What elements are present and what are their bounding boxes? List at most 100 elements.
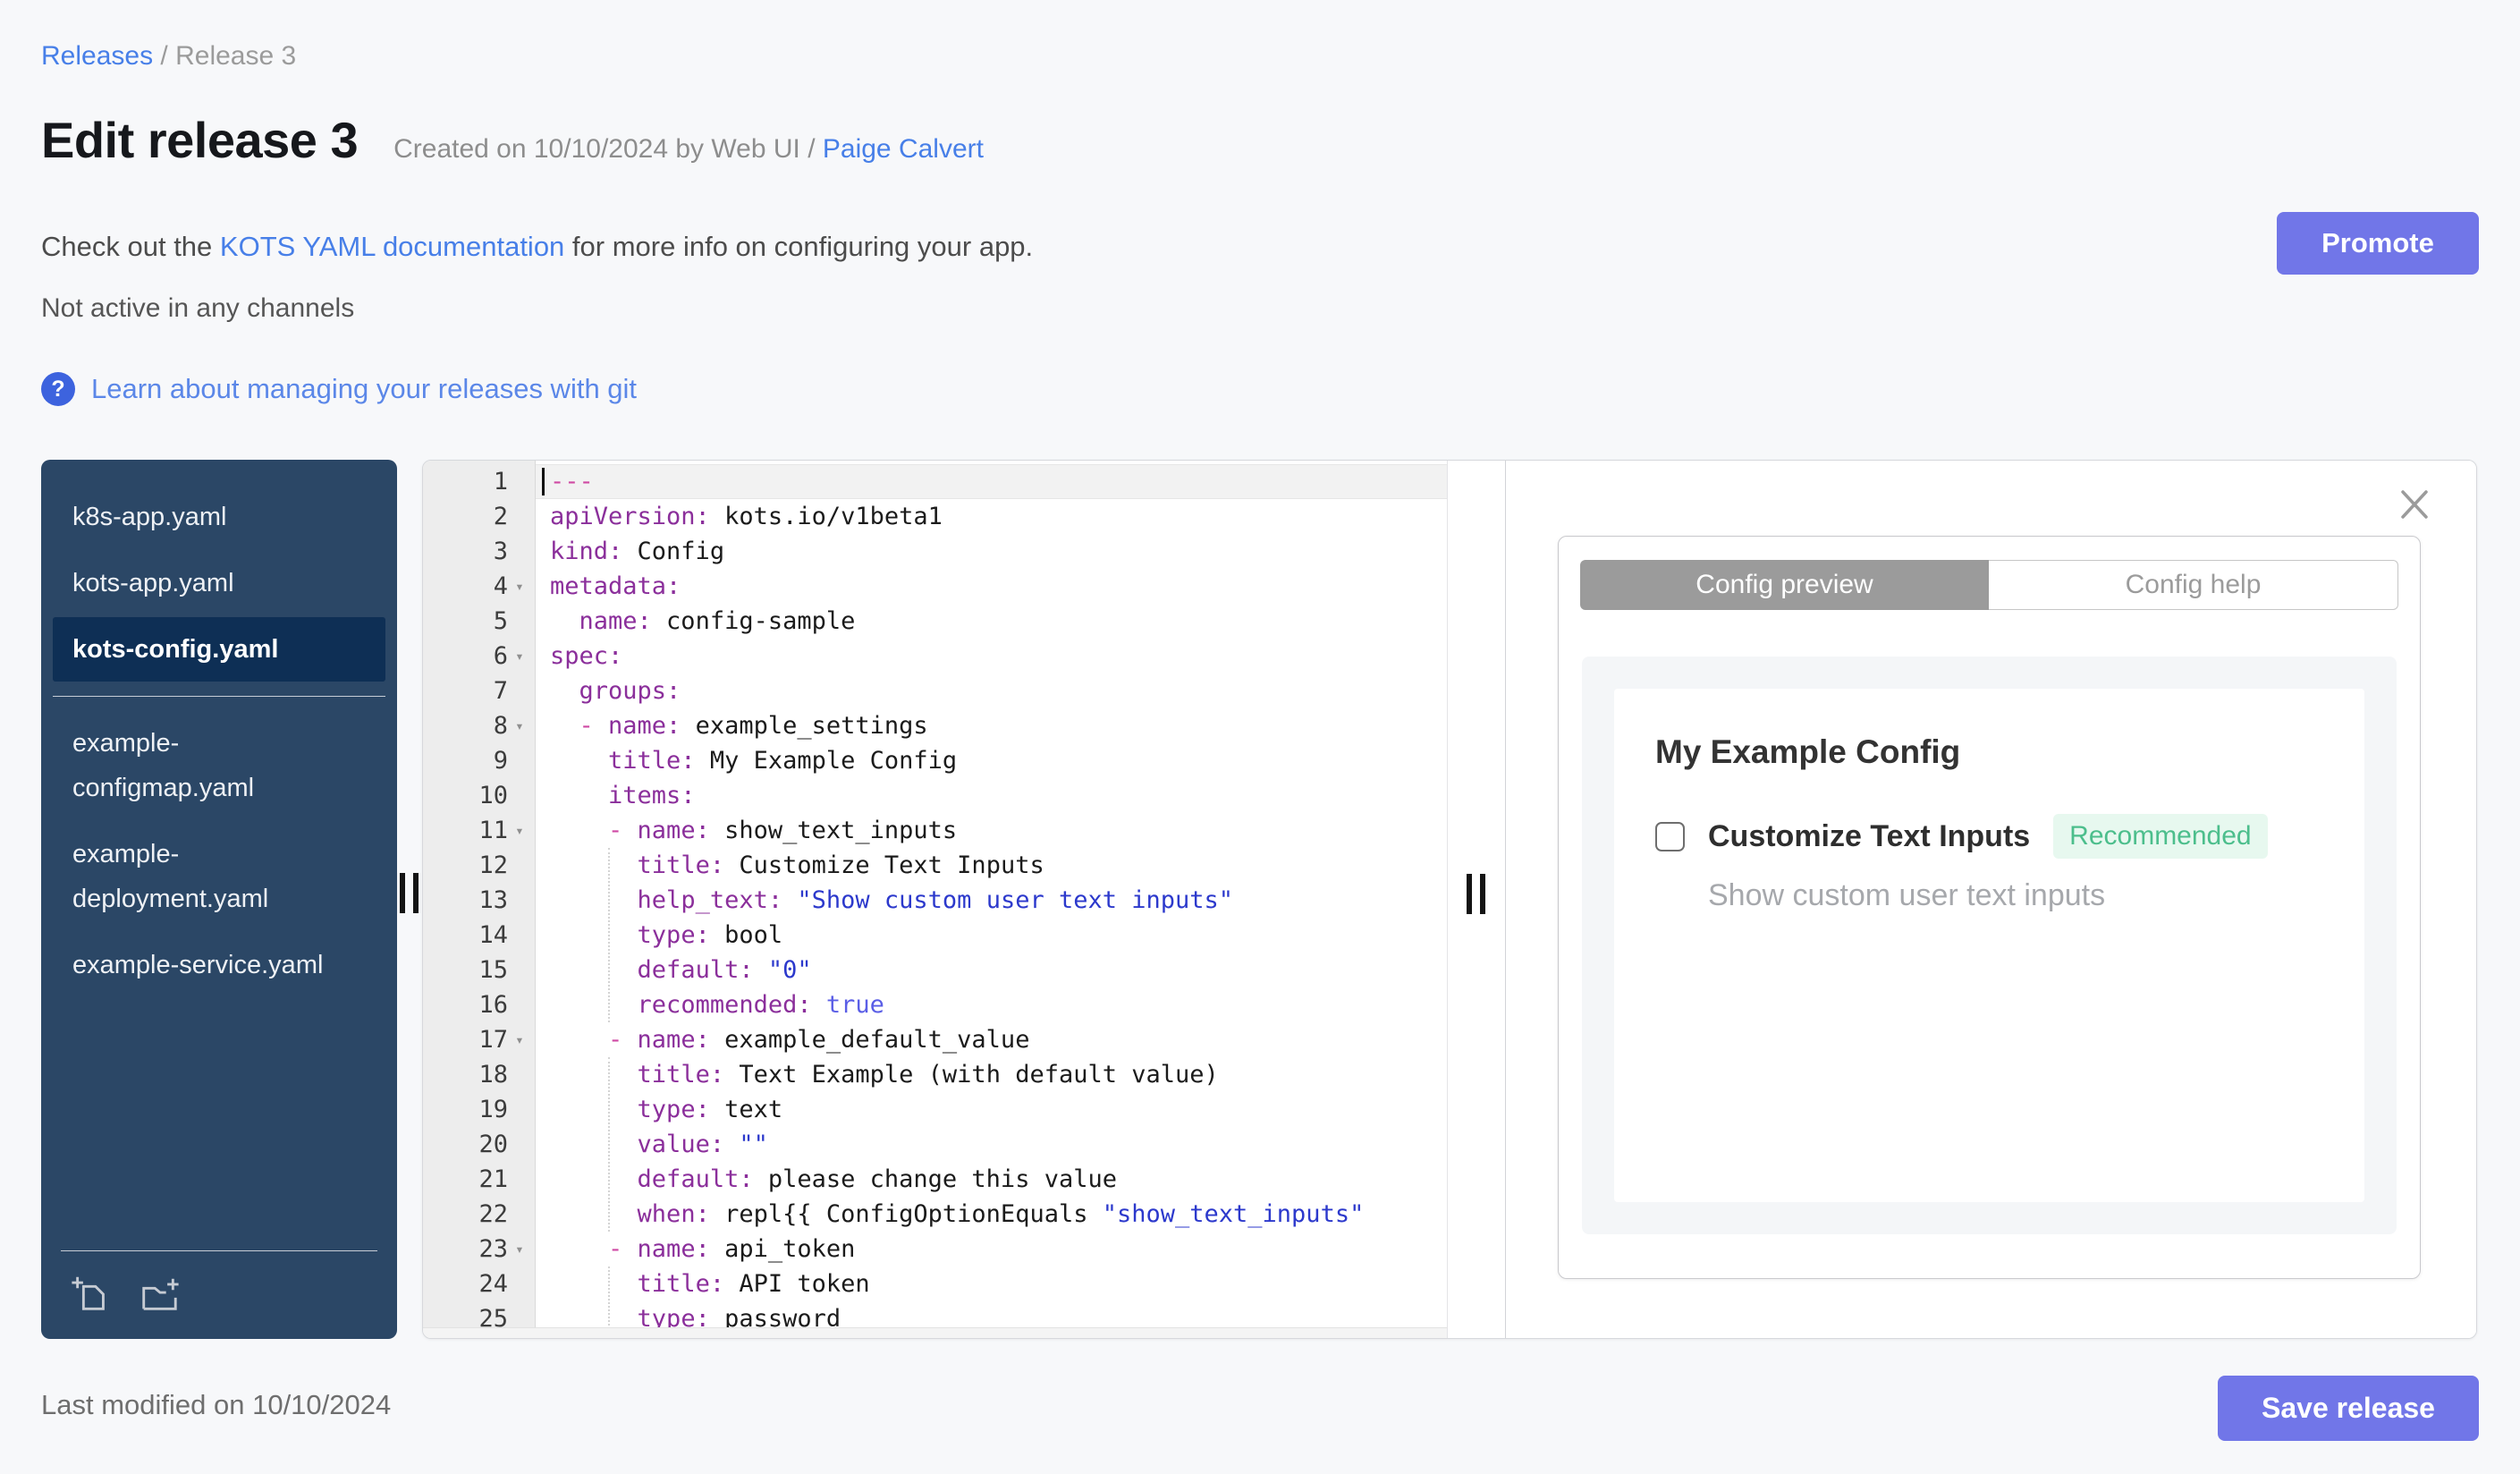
fold-arrow-icon[interactable]: ▾: [508, 1241, 531, 1258]
code-line[interactable]: title: Text Example (with default value): [536, 1057, 1447, 1092]
docs-suffix: for more info on configuring your app.: [564, 231, 1034, 262]
file-tree-divider: [53, 696, 385, 697]
preview-tabs: Config preview Config help: [1580, 560, 2398, 610]
code-line[interactable]: title: My Example Config: [536, 743, 1447, 778]
code-line[interactable]: - name: api_token: [536, 1232, 1447, 1266]
gutter-cell: 1: [423, 464, 535, 499]
release-editor-page: Releases / Release 3 Edit release 3 Crea…: [0, 0, 2520, 1474]
promote-button[interactable]: Promote: [2277, 212, 2479, 275]
code-line[interactable]: - name: show_text_inputs: [536, 813, 1447, 848]
line-number: 17: [478, 1026, 508, 1054]
file-tree-footer: [41, 1250, 397, 1339]
line-number: 2: [493, 503, 508, 530]
gutter-cell: 21: [423, 1162, 535, 1197]
code-line[interactable]: kind: Config: [536, 534, 1447, 569]
code-line[interactable]: when: repl{{ ConfigOptionEquals "show_te…: [536, 1197, 1447, 1232]
gutter-cell: 11 ▾: [423, 813, 535, 848]
line-number: 24: [478, 1270, 508, 1298]
file-tree-item[interactable]: k8s-app.yaml: [53, 485, 385, 549]
fold-arrow-icon[interactable]: ▾: [508, 822, 531, 839]
code-line[interactable]: - name: example_settings: [536, 708, 1447, 743]
editor-preview-gap: [1448, 461, 1505, 1338]
code-line[interactable]: title: Customize Text Inputs: [536, 848, 1447, 883]
code-line[interactable]: recommended: true: [536, 987, 1447, 1022]
indent-guide: [607, 1266, 610, 1336]
code-line[interactable]: spec:: [536, 639, 1447, 673]
editor-preview-container: 1 2 3 4 ▾ 5 6 ▾ 7 8 ▾ 9 10 11 ▾ 12 13 14 15 16 17 ▾ 18 19 20 21 22…: [422, 460, 2477, 1339]
close-icon[interactable]: [2397, 487, 2431, 521]
editor-gutter: 1 2 3 4 ▾ 5 6 ▾ 7 8 ▾ 9 10 11 ▾ 12 13 14 15 16 17 ▾ 18 19 20 21 22…: [423, 461, 536, 1338]
yaml-editor[interactable]: 1 2 3 4 ▾ 5 6 ▾ 7 8 ▾ 9 10 11 ▾ 12 13 14 15 16 17 ▾ 18 19 20 21 22…: [423, 461, 1448, 1338]
gutter-cell: 24: [423, 1266, 535, 1301]
code-line[interactable]: default: please change this value: [536, 1162, 1447, 1197]
code-line[interactable]: ---: [536, 464, 1447, 499]
code-line[interactable]: title: API token: [536, 1266, 1447, 1301]
code-line[interactable]: metadata:: [536, 569, 1447, 604]
line-number: 13: [478, 886, 508, 914]
customize-text-inputs-checkbox[interactable]: [1655, 821, 1685, 851]
config-preview-body: My Example Config Customize Text Inputs …: [1582, 657, 2397, 1234]
tab-config-help[interactable]: Config help: [1989, 560, 2398, 610]
tab-config-preview[interactable]: Config preview: [1580, 560, 1989, 610]
line-number: 23: [478, 1235, 508, 1263]
code-line[interactable]: name: config-sample: [536, 604, 1447, 639]
line-number: 18: [478, 1061, 508, 1089]
code-line[interactable]: items:: [536, 778, 1447, 813]
fold-arrow-icon[interactable]: ▾: [508, 648, 531, 665]
gutter-cell: 2: [423, 499, 535, 534]
code-line[interactable]: groups:: [536, 673, 1447, 708]
file-tree-item[interactable]: kots-config.yaml: [53, 617, 385, 682]
pane-resize-handle[interactable]: [1467, 874, 1485, 914]
gutter-cell: 10: [423, 778, 535, 813]
pane-resize-handle[interactable]: [400, 873, 419, 913]
fold-arrow-icon[interactable]: ▾: [508, 717, 531, 734]
breadcrumb-link-releases[interactable]: Releases: [41, 41, 153, 71]
file-tree-item[interactable]: example-service.yaml: [53, 933, 385, 997]
text-cursor: [542, 468, 545, 496]
file-tree-item[interactable]: example-configmap.yaml: [53, 711, 385, 820]
gutter-cell: 23 ▾: [423, 1232, 535, 1266]
sidebar-editor-gap: [397, 460, 422, 1339]
file-tree-item[interactable]: example-deployment.yaml: [53, 822, 385, 931]
config-preview-panel: Config preview Config help My Example Co…: [1505, 461, 2476, 1338]
gutter-cell: 7: [423, 673, 535, 708]
line-number: 3: [493, 538, 508, 565]
new-file-icon[interactable]: [70, 1273, 113, 1316]
code-line[interactable]: help_text: "Show custom user text inputs…: [536, 883, 1447, 918]
code-line[interactable]: type: text: [536, 1092, 1447, 1127]
gutter-cell: 16: [423, 987, 535, 1022]
breadcrumb-separator: /: [153, 41, 176, 71]
line-number: 16: [478, 991, 508, 1019]
docs-link[interactable]: KOTS YAML documentation: [220, 231, 564, 262]
recommended-badge: Recommended: [2053, 814, 2268, 859]
page-title: Edit release 3: [41, 112, 359, 168]
code-line[interactable]: apiVersion: kots.io/v1beta1: [536, 499, 1447, 534]
created-user-link[interactable]: Paige Calvert: [823, 134, 984, 164]
new-folder-icon[interactable]: [138, 1273, 181, 1316]
line-number: 14: [478, 921, 508, 949]
gutter-cell: 15: [423, 953, 535, 987]
horizontal-scrollbar[interactable]: [423, 1327, 1447, 1338]
gutter-cell: 20: [423, 1127, 535, 1162]
git-help-link[interactable]: Learn about managing your releases with …: [91, 373, 637, 405]
code-line[interactable]: type: bool: [536, 918, 1447, 953]
gutter-cell: 14: [423, 918, 535, 953]
fold-arrow-icon[interactable]: ▾: [508, 578, 531, 595]
line-number: 9: [493, 747, 508, 775]
docs-prefix: Check out the: [41, 231, 220, 262]
line-number: 7: [493, 677, 508, 705]
code-line[interactable]: - name: example_default_value: [536, 1022, 1447, 1057]
line-number: 4: [493, 572, 508, 600]
save-release-button[interactable]: Save release: [2218, 1376, 2479, 1441]
code-line[interactable]: default: "0": [536, 953, 1447, 987]
gutter-cell: 3: [423, 534, 535, 569]
config-item-help: Show custom user text inputs: [1708, 878, 2106, 912]
gutter-cell: 18: [423, 1057, 535, 1092]
line-number: 10: [478, 782, 508, 809]
code-area[interactable]: --- apiVersion: kots.io/v1beta1 kind: Conf…: [536, 461, 1447, 1338]
breadcrumb-current: Release 3: [175, 41, 297, 71]
fold-arrow-icon[interactable]: ▾: [508, 1031, 531, 1048]
code-line[interactable]: value: "": [536, 1127, 1447, 1162]
gutter-cell: 4 ▾: [423, 569, 535, 604]
file-tree-item[interactable]: kots-app.yaml: [53, 551, 385, 615]
